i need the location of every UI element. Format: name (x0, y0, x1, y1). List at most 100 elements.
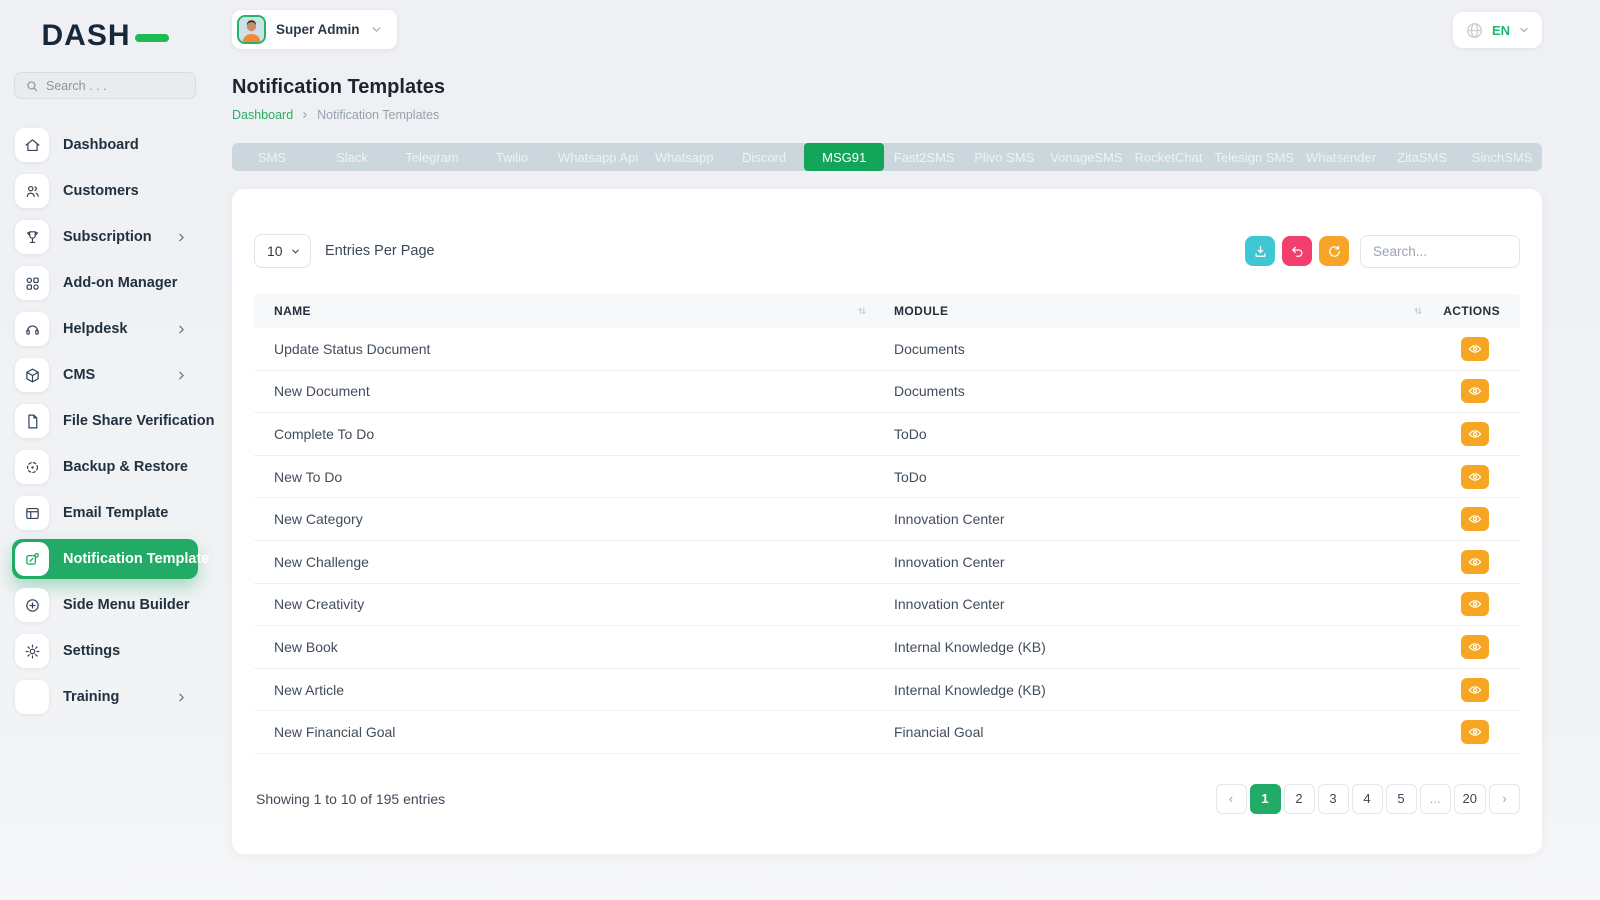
column-header-actions: ACTIONS (1430, 304, 1520, 318)
sidebar: DASH Dashboard Customers Subscription (0, 0, 210, 900)
cell-module: ToDo (874, 469, 1430, 485)
sidebar-item-label: CMS (63, 367, 161, 383)
table-header: NAME MODULE ACTIONS (254, 294, 1520, 328)
pagination: ‹ 1 2 3 4 5 ... 20 › (1216, 784, 1520, 814)
view-button[interactable] (1461, 720, 1489, 744)
sidebar-item-backup-restore[interactable]: Backup & Restore (12, 447, 198, 487)
view-button[interactable] (1461, 635, 1489, 659)
page-button-2[interactable]: 2 (1284, 784, 1315, 814)
sidebar-item-label: Add-on Manager (63, 275, 188, 291)
grid-icon (15, 266, 49, 300)
eye-icon (1468, 725, 1482, 739)
tab-whatsapp-api[interactable]: Whatsapp Api (552, 143, 644, 171)
sidebar-item-label: Customers (63, 183, 188, 199)
view-button[interactable] (1461, 550, 1489, 574)
app-logo: DASH (0, 14, 210, 58)
page-button-1[interactable]: 1 (1250, 784, 1281, 814)
entries-per-page-value: 10 (267, 243, 283, 259)
cell-name: New Book (254, 639, 874, 655)
column-header-module[interactable]: MODULE (874, 304, 1430, 318)
table-row: New Book Internal Knowledge (KB) (254, 626, 1520, 669)
next-page-button[interactable]: › (1489, 784, 1520, 814)
undo-button[interactable] (1282, 236, 1312, 266)
chevron-right-icon (175, 369, 188, 382)
tab-discord[interactable]: Discord (724, 143, 804, 171)
view-button[interactable] (1461, 507, 1489, 531)
sort-icon[interactable] (1412, 305, 1424, 317)
tab-plivo-sms[interactable]: Plivo SMS (964, 143, 1044, 171)
view-button[interactable] (1461, 379, 1489, 403)
sidebar-item-label: Backup & Restore (63, 459, 188, 475)
sidebar-item-file-share-verification[interactable]: File Share Verification (12, 401, 198, 441)
sidebar-item-label: Training (63, 689, 161, 705)
table-row: New Article Internal Knowledge (KB) (254, 669, 1520, 712)
view-button[interactable] (1461, 465, 1489, 489)
page-ellipsis[interactable]: ... (1420, 784, 1451, 814)
page-button-5[interactable]: 5 (1386, 784, 1417, 814)
page-button-3[interactable]: 3 (1318, 784, 1349, 814)
table-row: New Creativity Innovation Center (254, 584, 1520, 627)
chevron-right-icon (175, 231, 188, 244)
sidebar-item-cms[interactable]: CMS (12, 355, 198, 395)
entries-per-page-select[interactable]: 10 (254, 234, 311, 268)
sidebar-item-notification-template[interactable]: Notification Template (12, 539, 198, 579)
sidebar-item-training[interactable]: Training (12, 677, 198, 717)
sidebar-item-side-menu-builder[interactable]: Side Menu Builder (12, 585, 198, 625)
channel-tabs: SMS Slack Telegram Twilio Whatsapp Api W… (232, 143, 1542, 171)
sidebar-search[interactable] (14, 72, 196, 99)
sidebar-item-dashboard[interactable]: Dashboard (12, 125, 198, 165)
main-content: Super Admin EN Notification Templates Da… (210, 0, 1600, 900)
tab-sms[interactable]: SMS (232, 143, 312, 171)
sidebar-search-input[interactable] (46, 79, 185, 93)
tab-zitasms[interactable]: ZitaSMS (1382, 143, 1462, 171)
tab-whatsapp[interactable]: Whatsapp (644, 143, 724, 171)
page-button-20[interactable]: 20 (1454, 784, 1486, 814)
tab-slack[interactable]: Slack (312, 143, 392, 171)
table-search-input[interactable] (1360, 235, 1520, 268)
tab-telegram[interactable]: Telegram (392, 143, 472, 171)
refresh-button[interactable] (1319, 236, 1349, 266)
view-button[interactable] (1461, 678, 1489, 702)
language-selector[interactable]: EN (1453, 12, 1542, 48)
sidebar-item-label: Helpdesk (63, 321, 161, 337)
sidebar-menu: Dashboard Customers Subscription Add-on … (0, 125, 210, 717)
tab-fast2sms[interactable]: Fast2SMS (884, 143, 964, 171)
tab-whatsender[interactable]: Whatsender (1300, 143, 1382, 171)
table-row: New Challenge Innovation Center (254, 541, 1520, 584)
tab-sinchsms[interactable]: SinchSMS (1462, 143, 1542, 171)
sidebar-item-subscription[interactable]: Subscription (12, 217, 198, 257)
user-name: Super Admin (276, 22, 360, 37)
sort-icon[interactable] (856, 305, 868, 317)
sidebar-item-helpdesk[interactable]: Helpdesk (12, 309, 198, 349)
sidebar-item-email-template[interactable]: Email Template (12, 493, 198, 533)
cell-module: Innovation Center (874, 596, 1430, 612)
gear-icon (15, 634, 49, 668)
page-button-4[interactable]: 4 (1352, 784, 1383, 814)
tab-telesign-sms[interactable]: Telesign SMS (1209, 143, 1300, 171)
cell-name: New Document (254, 383, 874, 399)
eye-icon (1468, 640, 1482, 654)
view-button[interactable] (1461, 337, 1489, 361)
showing-entries-text: Showing 1 to 10 of 195 entries (254, 791, 445, 807)
view-button[interactable] (1461, 422, 1489, 446)
table-row: Complete To Do ToDo (254, 413, 1520, 456)
sidebar-item-settings[interactable]: Settings (12, 631, 198, 671)
sidebar-item-customers[interactable]: Customers (12, 171, 198, 211)
target-icon (15, 450, 49, 484)
tab-vonagesms[interactable]: VonageSMS (1044, 143, 1128, 171)
cell-name: New Article (254, 682, 874, 698)
eye-icon (1468, 512, 1482, 526)
breadcrumb-dashboard-link[interactable]: Dashboard (232, 108, 293, 122)
tab-rocketchat[interactable]: RocketChat (1129, 143, 1209, 171)
export-button[interactable] (1245, 236, 1275, 266)
sidebar-item-addon-manager[interactable]: Add-on Manager (12, 263, 198, 303)
user-menu[interactable]: Super Admin (232, 10, 397, 49)
cell-name: Update Status Document (254, 341, 874, 357)
chevron-down-icon (290, 246, 301, 257)
eye-icon (1468, 597, 1482, 611)
tab-msg91[interactable]: MSG91 (804, 143, 884, 171)
view-button[interactable] (1461, 592, 1489, 616)
tab-twilio[interactable]: Twilio (472, 143, 552, 171)
column-header-name[interactable]: NAME (254, 304, 874, 318)
prev-page-button[interactable]: ‹ (1216, 784, 1247, 814)
